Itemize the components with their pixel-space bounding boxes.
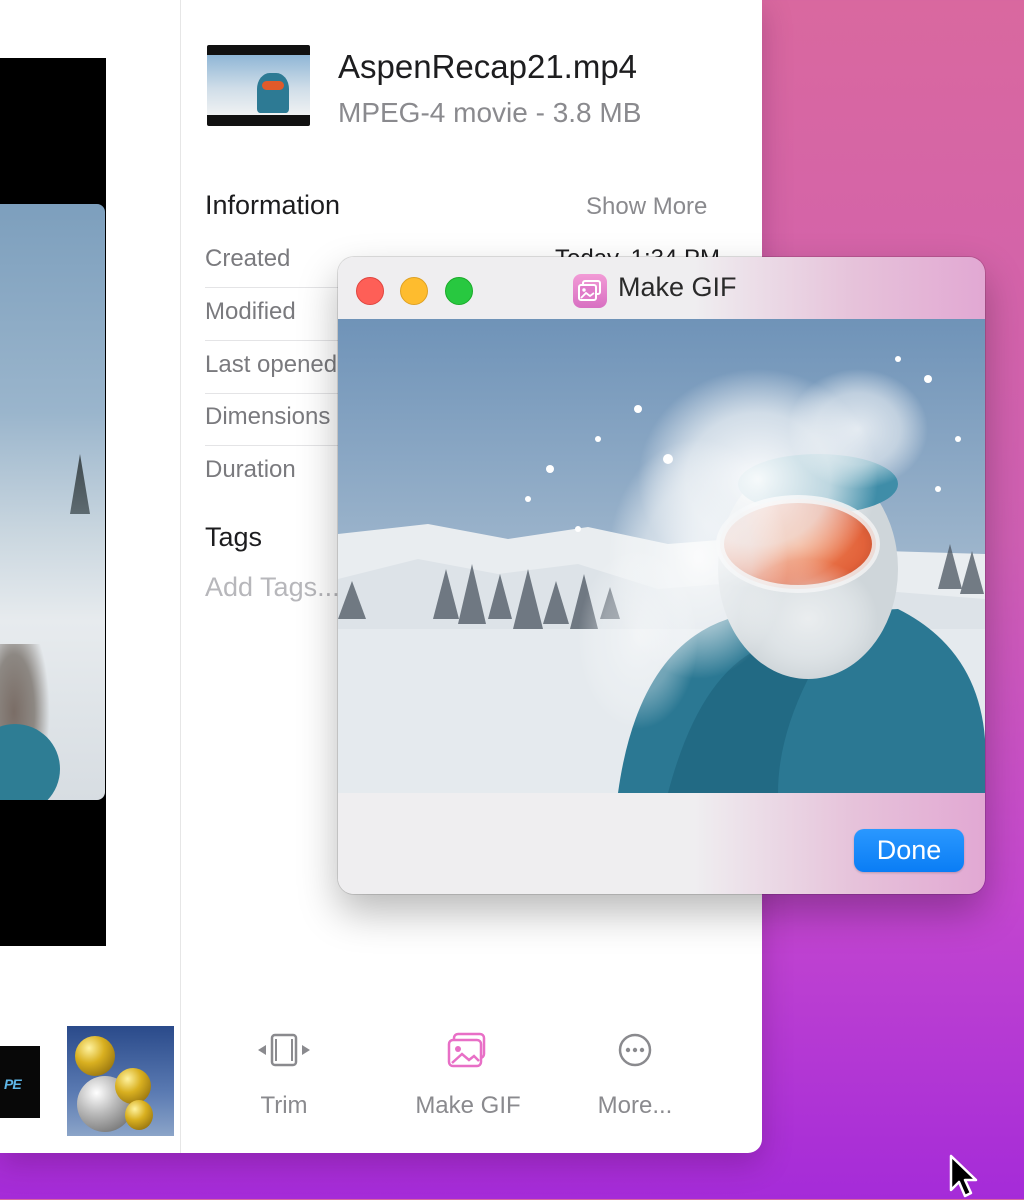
- minimize-window-button[interactable]: [400, 277, 428, 305]
- show-more-link[interactable]: Show More: [586, 193, 707, 221]
- video-preview-frame: [0, 204, 105, 800]
- zoom-window-button[interactable]: [445, 277, 473, 305]
- file-thumbnail: [207, 45, 310, 126]
- trim-button[interactable]: Trim: [224, 1030, 344, 1120]
- done-button[interactable]: Done: [854, 829, 964, 872]
- make-gif-icon: [447, 1032, 486, 1068]
- tags-heading: Tags: [205, 522, 263, 552]
- thumbnail-text: PE: [4, 1076, 22, 1092]
- add-tags-field[interactable]: Add Tags...: [205, 572, 340, 603]
- dialog-title: Make GIF: [618, 272, 737, 302]
- make-gif-app-icon: [573, 274, 607, 308]
- preview-pane: PE: [0, 0, 181, 1153]
- more-button[interactable]: More...: [575, 1030, 695, 1120]
- more-icon: [618, 1033, 652, 1067]
- make-gif-button[interactable]: Make GIF: [408, 1030, 528, 1120]
- trim-icon: [258, 1033, 310, 1067]
- make-gif-label: Make GIF: [415, 1092, 521, 1119]
- information-heading: Information: [205, 190, 341, 220]
- file-kind: MPEG-4 movie - 3.8 MB: [338, 97, 642, 128]
- dialog-titlebar[interactable]: Make GIF: [338, 257, 985, 319]
- make-gif-dialog: Make GIF Done: [338, 257, 985, 894]
- gallery-thumbnail[interactable]: PE: [0, 1046, 40, 1118]
- gif-preview-image: [338, 319, 985, 793]
- close-window-button[interactable]: [356, 277, 384, 305]
- gallery-thumbnail-balloons[interactable]: [67, 1026, 174, 1136]
- more-label: More...: [597, 1092, 673, 1119]
- trim-label: Trim: [260, 1092, 308, 1119]
- cursor-arrow-icon: [949, 1154, 978, 1198]
- file-name: AspenRecap21.mp4: [338, 48, 638, 85]
